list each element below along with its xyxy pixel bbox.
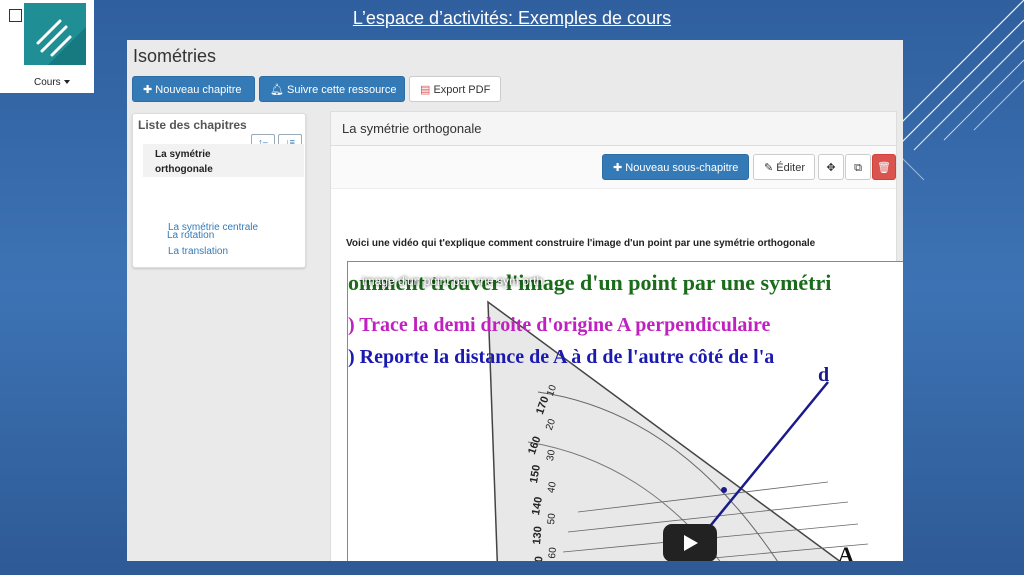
video-frame (348, 262, 903, 561)
scale-label: 40 (546, 481, 559, 494)
sidebar-item-translation[interactable]: La translation (168, 246, 228, 257)
copy-button[interactable]: ⧉ (845, 154, 871, 180)
checkbox-icon[interactable] (9, 9, 22, 22)
move-button[interactable]: ✥ (818, 154, 844, 180)
pdf-icon: ▤ (420, 84, 434, 96)
app-logo-box[interactable]: Cours (0, 0, 94, 93)
delete-button[interactable]: 🗑︎ (872, 154, 896, 180)
copy-icon: ⧉ (854, 162, 862, 174)
trash-icon: 🗑︎ (877, 162, 891, 174)
cours-menu-label: Cours (34, 77, 61, 88)
video-step1-text: ) Trace la demi droite d'origine A perpe… (348, 314, 771, 336)
export-pdf-button[interactable]: ▤ Export PDF (409, 76, 501, 102)
scale-label: 60 (547, 546, 559, 559)
chapter-title: La symétrie orthogonale (342, 121, 482, 136)
play-button[interactable] (663, 524, 717, 561)
edit-button[interactable]: ✎ Éditer (753, 154, 815, 180)
app-window: Isométries ✚ Nouveau chapitre 🔔︎ Suivre … (127, 40, 903, 561)
caret-down-icon (63, 80, 70, 85)
chapter-sidebar: Liste des chapitres ↑‒ ↓≡ La symétrie or… (132, 113, 306, 268)
video-player[interactable]: omment trouver l'image d'un point par un… (347, 261, 903, 561)
pencil-icon: ✎ (764, 162, 777, 174)
new-chapter-button[interactable]: ✚ Nouveau chapitre (132, 76, 255, 102)
page-title: Isométries (133, 46, 217, 66)
chapter-toolbar: ✚ Nouveau sous-chapitre ✎ Éditer ✥ ⧉ 🗑︎ (331, 146, 896, 189)
scale-label: 120 (532, 556, 546, 561)
plus-icon: ✚ (613, 162, 626, 174)
logo-icon (24, 3, 86, 65)
sidebar-title: Liste des chapitres (138, 118, 247, 132)
plus-icon: ✚ (143, 84, 156, 96)
scale-label: 130 (531, 525, 545, 546)
video-step2-text: ) Reporte la distance de A à d de l'autr… (348, 346, 775, 368)
new-subchapter-button[interactable]: ✚ Nouveau sous-chapitre (602, 154, 749, 180)
scale-label: 50 (546, 512, 558, 525)
video-label-d: d (818, 364, 830, 386)
sidebar-item-active[interactable]: La symétrie orthogonale (143, 144, 304, 177)
panel-heading: La symétrie orthogonale (331, 112, 896, 146)
follow-resource-button[interactable]: 🔔︎ Suivre cette ressource (259, 76, 405, 102)
video-label-a: A (838, 542, 854, 561)
cours-menu[interactable]: Cours (34, 77, 70, 88)
decorative-lines (884, 0, 1024, 181)
slide-title[interactable]: L’espace d’activités: Exemples de cours (0, 8, 1024, 29)
video-title[interactable]: image d'un point par une sym orth (362, 274, 543, 288)
sidebar-item-rotation[interactable]: La rotation (167, 230, 214, 241)
chapter-description: Voici une vidéo qui t'explique comment c… (346, 238, 816, 249)
chapter-panel: La symétrie orthogonale ✚ Nouveau sous-c… (330, 111, 903, 561)
scale-label: 30 (545, 449, 558, 462)
sidebar-item-label: La symétrie orthogonale (155, 149, 213, 175)
bell-icon: 🔔︎ (270, 84, 288, 96)
move-icon: ✥ (826, 162, 836, 174)
